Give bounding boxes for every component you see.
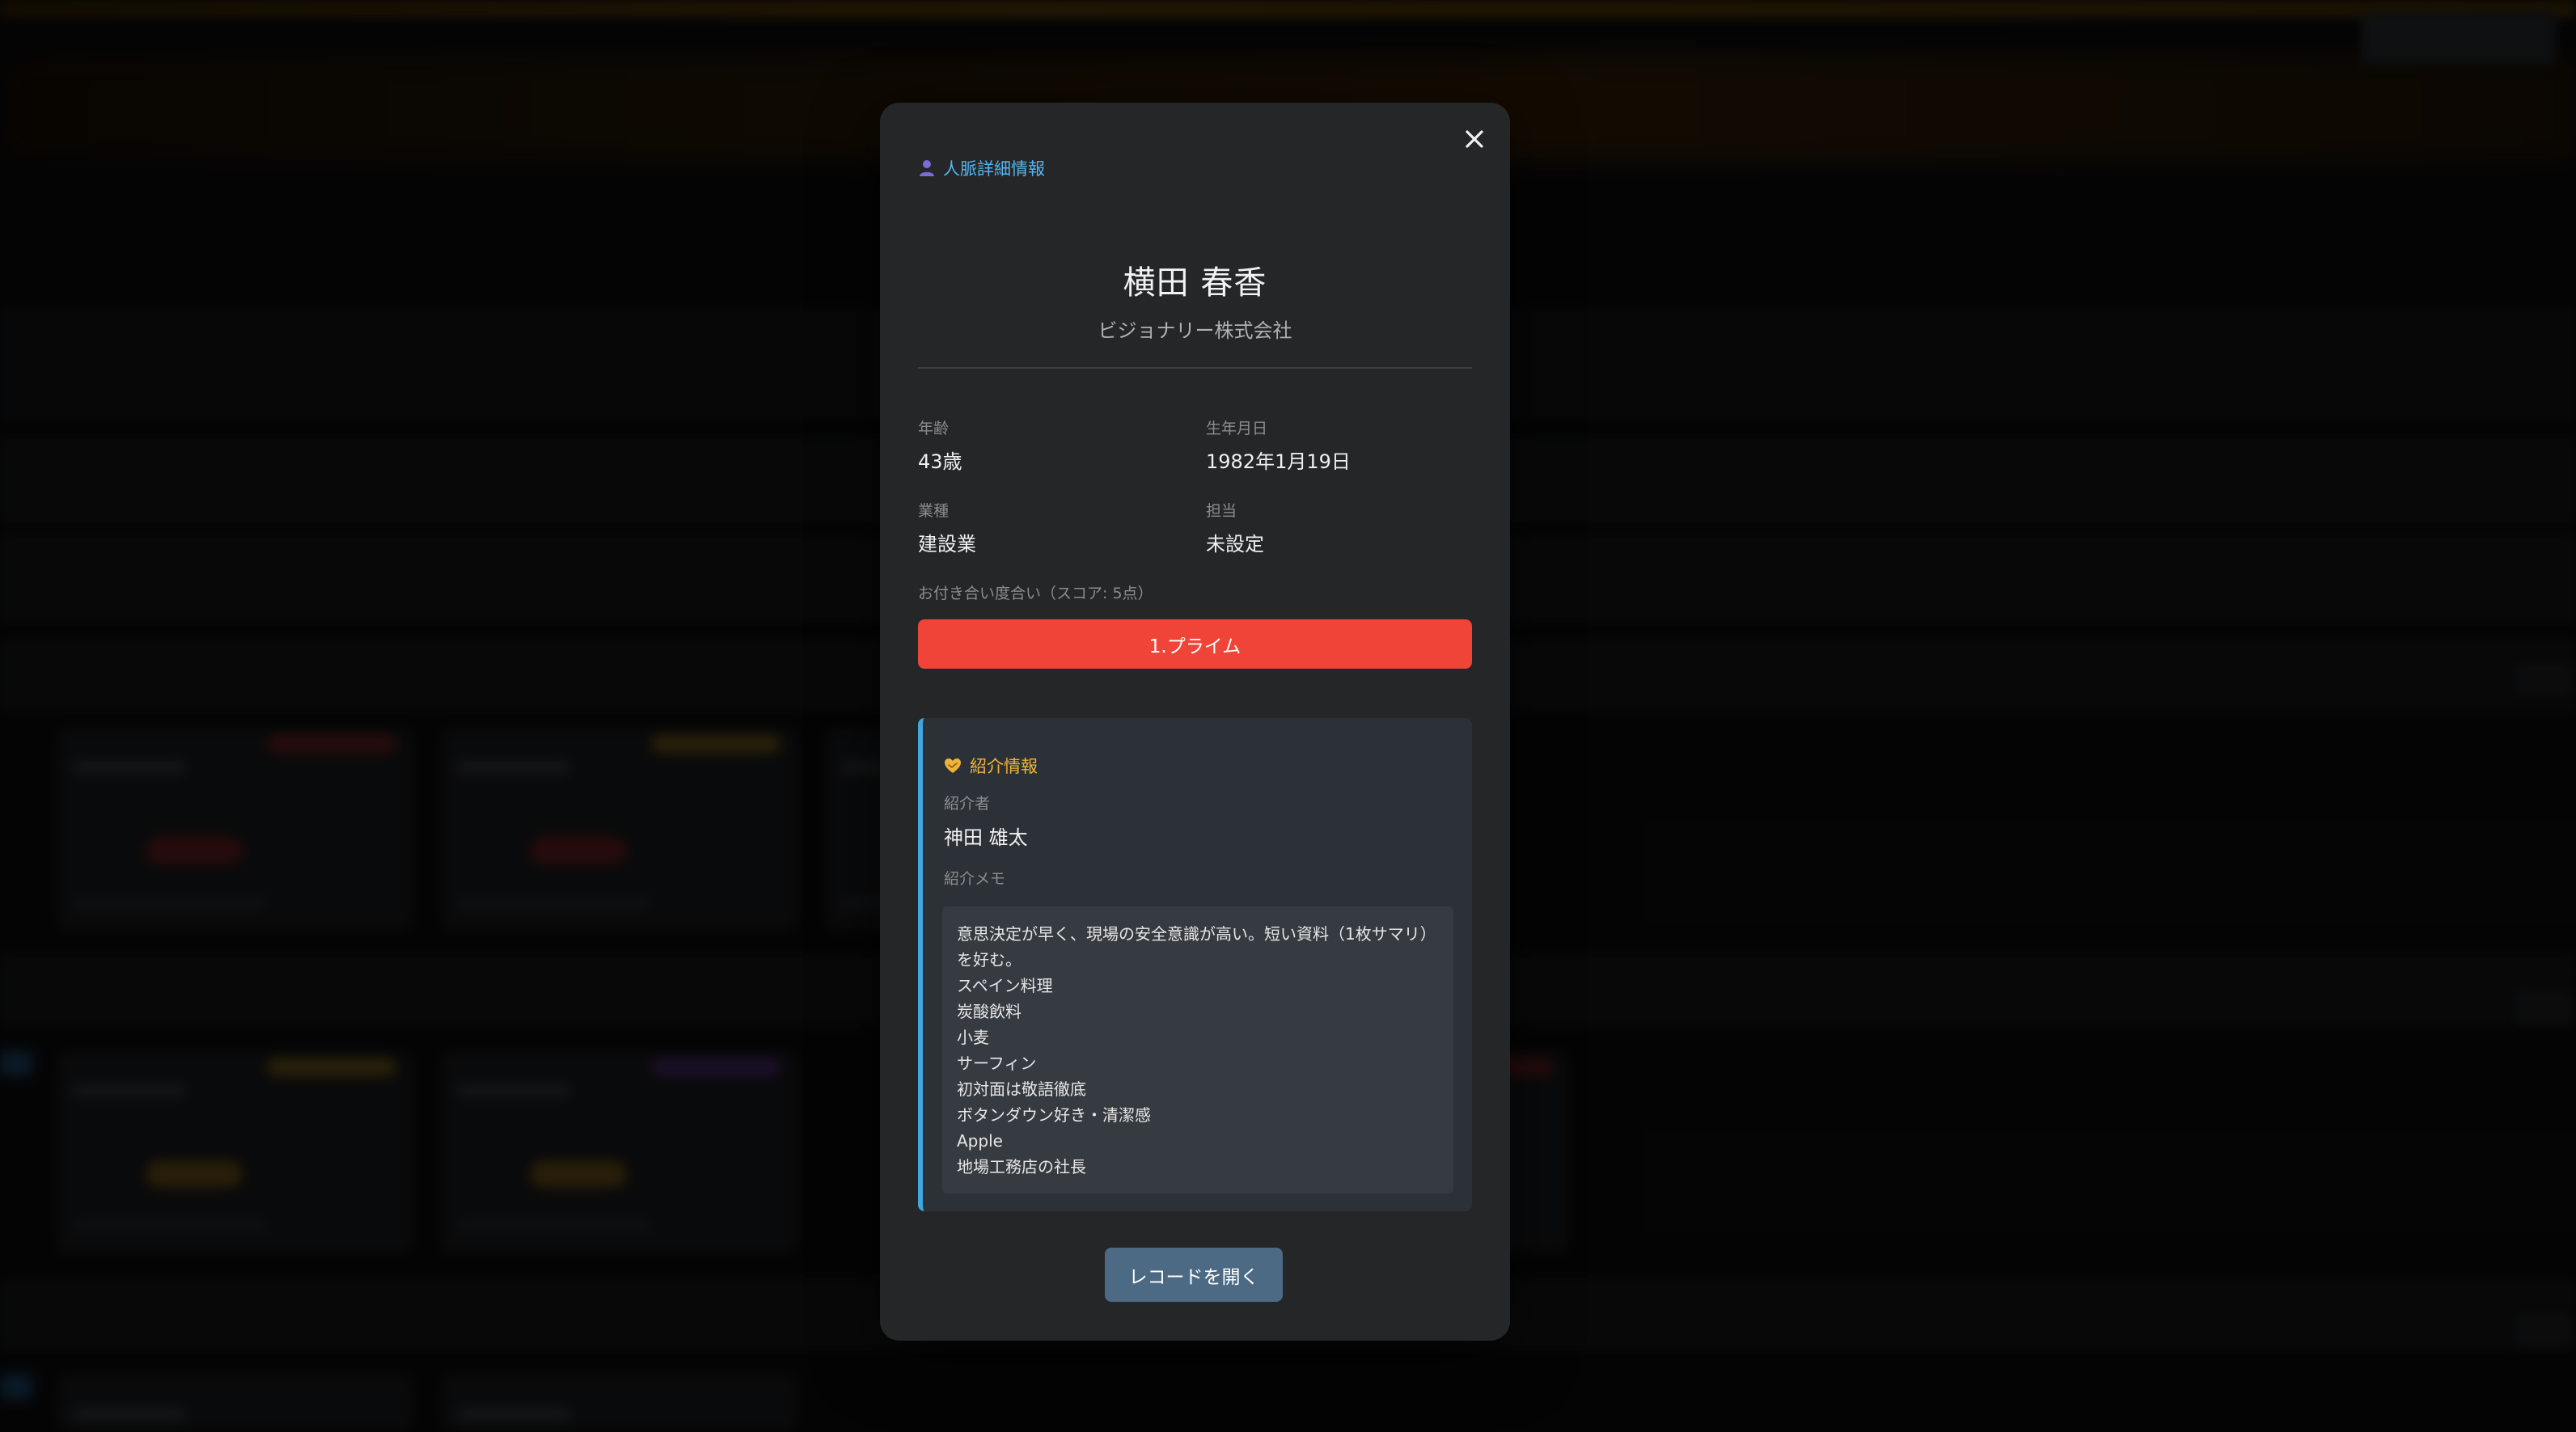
close-icon — [1466, 130, 1483, 148]
referral-section: 紹介情報 紹介者 神田 雄太 紹介メモ 意思決定が早く、現場の安全意識が高い。短… — [918, 718, 1472, 1211]
referrer-label: 紹介者 — [944, 795, 991, 813]
referral-memo: 意思決定が早く、現場の安全意識が高い。短い資料（1枚サマリ） を好む。 スペイン… — [942, 906, 1453, 1193]
memo-line: 地場工務店の社長 — [957, 1157, 1086, 1176]
memo-line: ボタンダウン好き・清潔感 — [957, 1105, 1151, 1125]
owner-value: 未設定 — [1206, 533, 1264, 555]
modal-heading-label: 人脈詳細情報 — [943, 159, 1045, 179]
birthdate-label: 生年月日 — [1206, 420, 1268, 437]
industry-value: 建設業 — [918, 533, 976, 555]
relationship-label: お付き合い度合い（スコア: 5点） — [918, 585, 1153, 602]
person-company: ビジョナリー株式会社 — [1098, 319, 1292, 342]
relationship-rank-badge: 1.プライム — [918, 619, 1472, 669]
memo-line: Apple — [957, 1131, 1003, 1151]
memo-line: を好む。 — [957, 950, 1022, 969]
close-button[interactable] — [1456, 120, 1493, 158]
age-label: 年齢 — [918, 420, 950, 437]
industry-label: 業種 — [918, 502, 950, 520]
person-name: 横田 春香 — [1123, 264, 1267, 302]
divider — [918, 367, 1472, 369]
memo-line: 初対面は敬語徹底 — [957, 1079, 1086, 1099]
referral-title-label: 紹介情報 — [970, 757, 1038, 776]
age-value: 43歳 — [918, 450, 962, 473]
memo-line: 意思決定が早く、現場の安全意識が高い。短い資料（1枚サマリ） — [957, 924, 1436, 944]
contact-detail-modal: 人脈詳細情報 横田 春香 ビジョナリー株式会社 年齢 43歳 生年月日 1982… — [880, 103, 1510, 1341]
birthdate-value: 1982年1月19日 — [1206, 450, 1351, 473]
memo-label: 紹介メモ — [944, 870, 1006, 888]
open-record-button[interactable]: レコードを開く — [1105, 1248, 1283, 1302]
memo-line: スペイン料理 — [957, 976, 1053, 995]
referral-title: 紹介情報 — [944, 754, 1038, 778]
referrer-value: 神田 雄太 — [944, 826, 1028, 849]
heart-handshake-icon — [945, 758, 961, 773]
modal-heading: 人脈詳細情報 — [919, 156, 1045, 180]
memo-line: サーフィン — [957, 1054, 1037, 1073]
memo-line: 炭酸飲料 — [957, 1002, 1022, 1021]
page: 人脈詳細情報 横田 春香 ビジョナリー株式会社 年齢 43歳 生年月日 1982… — [0, 0, 2576, 1432]
memo-line: 小麦 — [957, 1028, 989, 1047]
owner-label: 担当 — [1206, 502, 1237, 520]
person-icon — [920, 160, 934, 176]
